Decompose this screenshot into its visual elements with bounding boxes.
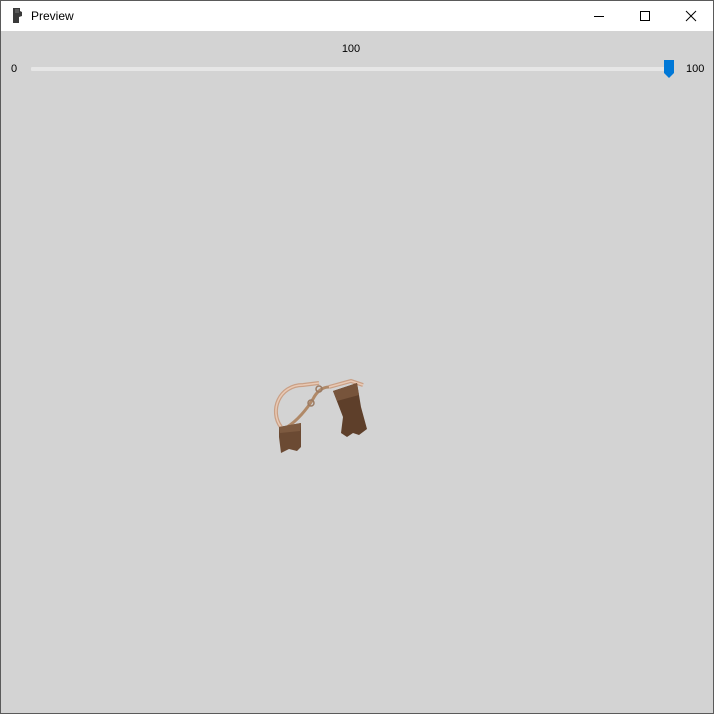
minimize-button[interactable] xyxy=(576,1,622,31)
maximize-icon xyxy=(640,11,650,21)
slider-max-label: 100 xyxy=(686,63,705,75)
preview-window: Preview 100 0 100 xyxy=(0,0,714,714)
maximize-button[interactable] xyxy=(622,1,668,31)
armor-model-preview xyxy=(274,378,367,453)
boot-icon xyxy=(13,8,22,23)
slider-current-value: 100 xyxy=(341,43,361,55)
preview-area: 100 0 100 xyxy=(1,31,713,713)
slider-thumb[interactable] xyxy=(663,59,675,79)
slider-track[interactable] xyxy=(31,67,671,71)
close-button[interactable] xyxy=(668,1,713,31)
title-bar[interactable]: Preview xyxy=(1,1,713,31)
minimize-icon xyxy=(594,16,604,17)
window-title: Preview xyxy=(31,9,74,23)
close-icon xyxy=(685,10,697,22)
slider-min-label: 0 xyxy=(11,63,18,75)
